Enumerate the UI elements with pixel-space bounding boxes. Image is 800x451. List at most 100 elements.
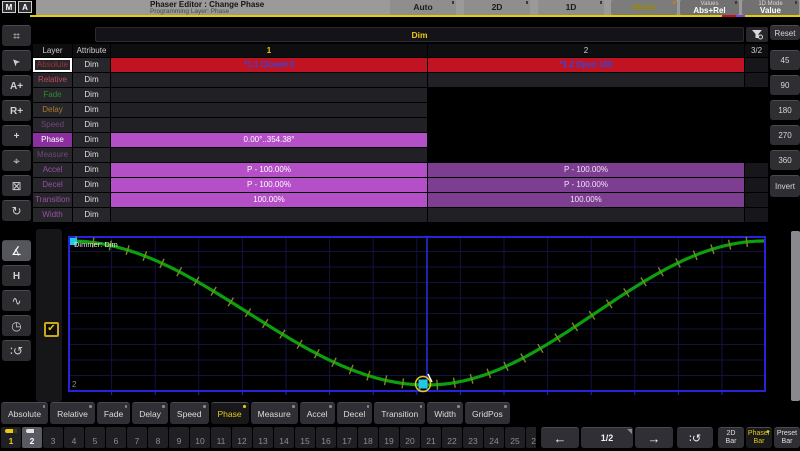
phaser-bar-button[interactable]: PhaserBar — [746, 427, 772, 448]
2d-bar-button[interactable]: 2DBar — [718, 427, 744, 448]
invert-button[interactable]: Invert — [770, 175, 800, 197]
360-button[interactable]: 360 — [770, 150, 800, 170]
rotate-tool[interactable]: ↻ — [2, 200, 31, 221]
layer-button-fade[interactable]: Fade — [97, 402, 130, 424]
next-step-button[interactable]: → — [635, 427, 673, 448]
wave-tool[interactable]: ∿ — [2, 290, 31, 311]
step-17[interactable]: 17 — [337, 427, 357, 448]
attribute-cell[interactable]: Dim — [73, 118, 110, 132]
step-24[interactable]: 24 — [484, 427, 504, 448]
layer-button-absolute[interactable]: Absolute — [1, 402, 48, 424]
layer-button-decel[interactable]: Decel — [337, 402, 373, 424]
value-cell-step1[interactable]: *1.1 Closed 0 — [111, 58, 427, 72]
stopwatch-tool[interactable]: ◷ — [2, 315, 31, 336]
phaser-curve-graph[interactable]: Dimmer: Dim2 — [68, 236, 766, 398]
layer-button-speed[interactable]: Speed — [170, 402, 209, 424]
value-cell-step1[interactable]: P - 100.00% — [111, 163, 427, 177]
attribute-cell[interactable]: Dim — [73, 133, 110, 147]
step-1[interactable]: 1 — [1, 427, 21, 448]
value-cell-step2[interactable] — [428, 73, 744, 87]
value-cell-step2[interactable] — [428, 208, 744, 222]
90-button[interactable]: 90 — [770, 75, 800, 95]
step-11[interactable]: 11 — [211, 427, 231, 448]
270-button[interactable]: 270 — [770, 125, 800, 145]
values-mode-button[interactable]: Values Abs+Rel — [680, 0, 739, 15]
view-button-sheet[interactable]: Sheet — [611, 0, 677, 15]
layer-absolute[interactable]: Absolute — [33, 58, 72, 72]
layer-measure[interactable]: Measure — [33, 148, 72, 162]
attribute-cell[interactable]: Dim — [73, 73, 110, 87]
prev-step-button[interactable]: ← — [541, 427, 579, 448]
layer-button-accel[interactable]: Accel — [300, 402, 335, 424]
step-page-button[interactable]: 1/2 — [581, 427, 633, 448]
value-cell-step2[interactable] — [428, 118, 744, 132]
step-20[interactable]: 20 — [400, 427, 420, 448]
step-9[interactable]: 9 — [169, 427, 189, 448]
value-cell-step2[interactable] — [428, 133, 744, 147]
step-8[interactable]: 8 — [148, 427, 168, 448]
attribute-cell[interactable]: Dim — [73, 178, 110, 192]
add-absolute-tool[interactable]: A+ — [2, 75, 31, 96]
value-cell-step1[interactable] — [111, 73, 427, 87]
step-2[interactable]: 2 — [22, 427, 42, 448]
step-3[interactable]: 3 — [43, 427, 63, 448]
value-cell-step2[interactable]: P - 100.00% — [428, 163, 744, 177]
layer-decel[interactable]: Decel — [33, 178, 72, 192]
step-19[interactable]: 19 — [379, 427, 399, 448]
layer-transition[interactable]: Transition — [33, 193, 72, 207]
value-cell-step1[interactable]: P - 100.00% — [111, 178, 427, 192]
step-4[interactable]: 4 — [64, 427, 84, 448]
preset-bar-button[interactable]: PresetBar — [774, 427, 800, 448]
layer-button-transition[interactable]: Transition — [374, 402, 425, 424]
step-25[interactable]: 25 — [505, 427, 525, 448]
target-tool[interactable]: ⌖ — [2, 150, 31, 171]
value-cell-step1[interactable] — [111, 103, 427, 117]
view-button-auto[interactable]: Auto — [390, 0, 456, 15]
layer-button-gridpos[interactable]: GridPos — [465, 402, 510, 424]
width-tool[interactable]: H — [2, 265, 31, 286]
graph-scrollbar[interactable] — [791, 231, 800, 401]
step-23[interactable]: 23 — [463, 427, 483, 448]
step2-handle[interactable] — [419, 380, 428, 389]
layer-fade[interactable]: Fade — [33, 88, 72, 102]
value-cell-step1[interactable]: 100.00% — [111, 193, 427, 207]
attribute-cell[interactable]: Dim — [73, 103, 110, 117]
attribute-cell[interactable]: Dim — [73, 193, 110, 207]
curve-canvas[interactable]: Dimmer: Dim2 — [68, 236, 766, 398]
value-cell-step3[interactable] — [745, 58, 768, 72]
value-cell-step1[interactable] — [111, 148, 427, 162]
step-22[interactable]: 22 — [442, 427, 462, 448]
value-cell-step1[interactable] — [111, 88, 427, 102]
step-7[interactable]: 7 — [127, 427, 147, 448]
step-5[interactable]: 5 — [85, 427, 105, 448]
step-sequence-tool[interactable]: ∶↺ — [2, 340, 31, 361]
value-cell-step2[interactable] — [428, 103, 744, 117]
view-button-2d[interactable]: 2D — [464, 0, 530, 15]
step-26[interactable]: 26 — [526, 427, 536, 448]
attribute-group-header[interactable]: Dim — [95, 27, 744, 42]
layer-button-measure[interactable]: Measure — [251, 402, 298, 424]
attribute-cell[interactable]: Dim — [73, 148, 110, 162]
attribute-cell[interactable]: Dim — [73, 163, 110, 177]
layer-delay[interactable]: Delay — [33, 103, 72, 117]
value-cell-step1[interactable] — [111, 118, 427, 132]
angle-tool[interactable]: ∡ — [2, 240, 31, 261]
encoder-bar-button[interactable]: ∶↺ — [677, 427, 713, 448]
value-cell-step2[interactable] — [428, 88, 744, 102]
45-button[interactable]: 45 — [770, 50, 800, 70]
reset-button[interactable]: Reset — [770, 25, 800, 40]
graph-enable-checkbox[interactable]: ✔ — [44, 322, 59, 337]
value-cell-step3[interactable] — [745, 178, 768, 192]
layer-button-relative[interactable]: Relative — [50, 402, 95, 424]
step-6[interactable]: 6 — [106, 427, 126, 448]
value-cell-step3[interactable] — [745, 88, 768, 102]
step-15[interactable]: 15 — [295, 427, 315, 448]
value-cell-step3[interactable] — [745, 73, 768, 87]
view-button-1d[interactable]: 1D — [538, 0, 604, 15]
layer-button-delay[interactable]: Delay — [132, 402, 168, 424]
pointer-tool[interactable]: ➤ — [2, 50, 31, 71]
layer-phase[interactable]: Phase — [33, 133, 72, 147]
value-cell-step1[interactable] — [111, 208, 427, 222]
layer-width[interactable]: Width — [33, 208, 72, 222]
step-14[interactable]: 14 — [274, 427, 294, 448]
